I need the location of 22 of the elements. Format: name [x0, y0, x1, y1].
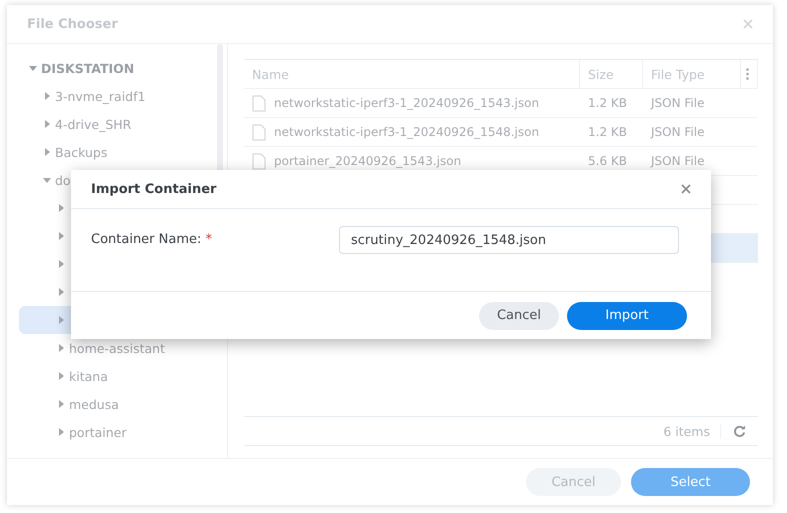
file-size: 1.2 KB — [588, 96, 627, 110]
tree-item-label: do — [55, 172, 71, 188]
file-type: JSON File — [651, 96, 704, 110]
item-count: 6 items — [663, 424, 721, 438]
file-type: JSON File — [651, 154, 704, 168]
tree-item-label: home-assistant — [69, 340, 166, 356]
tree-item-label: Backups — [55, 144, 108, 160]
tree-item-label: medusa — [69, 396, 119, 412]
dialog-title: Import Container — [91, 182, 216, 196]
file-size: 5.6 KB — [588, 154, 627, 168]
file-type: JSON File — [651, 125, 704, 139]
tree-item-label: 3-nvme_raidf1 — [55, 88, 146, 104]
window-title: File Chooser — [27, 16, 118, 32]
field-label: Container Name: * — [91, 231, 214, 249]
file-size: 1.2 KB — [588, 125, 627, 139]
tree-item-label: kitana — [69, 368, 108, 384]
file-name: networkstatic-iperf3-1_20240926_1548.json — [274, 125, 540, 139]
tree-item-label: 4-drive_SHR — [55, 116, 132, 132]
tree-item-label: portainer — [69, 424, 127, 440]
file-name: networkstatic-iperf3-1_20240926_1543.json — [274, 96, 540, 110]
file-name: portainer_20240926_1543.json — [274, 154, 462, 168]
tree-item-label: DISKSTATION — [41, 60, 134, 76]
